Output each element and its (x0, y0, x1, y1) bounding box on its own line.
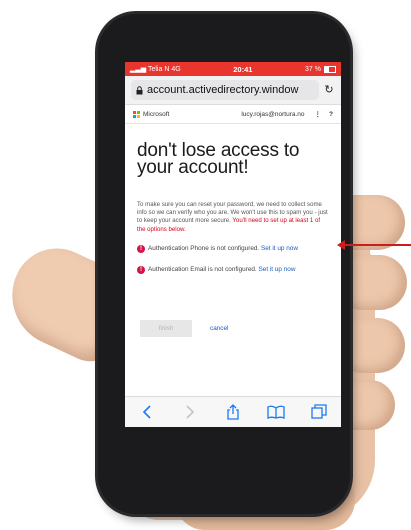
signal-icon: ▂▃▅ (130, 66, 147, 73)
phone-screen: ▂▃▅ Telia N 4G 20:41 37 % account.active… (125, 62, 341, 427)
battery-info: 37 % (305, 65, 336, 73)
auth-phone-text: Authentication Phone is not configured. … (148, 245, 329, 253)
alert-icon: ! (137, 266, 145, 275)
network-type: 4G (171, 66, 181, 73)
page-title: don't lose access to your account! (137, 140, 300, 178)
microsoft-logo-icon (133, 110, 140, 118)
carrier-name: Telia N (147, 66, 170, 73)
actions-row: finish cancel (137, 319, 329, 337)
more-options-icon[interactable]: ⋮ (315, 110, 322, 118)
finish-button[interactable]: finish (140, 319, 192, 337)
browser-toolbar (125, 396, 341, 427)
microsoft-header: Microsoft lucy.rojas@nortura.no ⋮ ? (125, 105, 341, 124)
lock-icon (136, 85, 143, 94)
annotation-arrow-head (337, 240, 345, 250)
auth-phone-status: Authentication Phone is not configured. (148, 244, 260, 252)
user-email[interactable]: lucy.rojas@nortura.no (241, 111, 304, 118)
scene: ▂▃▅ Telia N 4G 20:41 37 % account.active… (0, 0, 411, 530)
setup-phone-link[interactable]: Set it up now (261, 245, 298, 252)
battery-icon (324, 65, 336, 73)
main-content: don't lose access to your account! To ma… (125, 140, 341, 337)
auth-email-row: ! Authentication Email is not configured… (137, 266, 329, 275)
forward-icon[interactable] (181, 403, 199, 421)
annotation-arrow-line (340, 244, 411, 246)
url-text: account.activedirectory.window (147, 84, 299, 96)
auth-email-status: Authentication Email is not configured. (148, 266, 257, 274)
intro-paragraph: To make sure you can reset your password… (137, 201, 329, 234)
status-bar: ▂▃▅ Telia N 4G 20:41 37 % (125, 62, 341, 76)
alert-icon: ! (137, 244, 145, 253)
url-field[interactable]: account.activedirectory.window (131, 80, 319, 100)
auth-email-text: Authentication Email is not configured. … (148, 266, 329, 274)
status-time: 20:41 (233, 64, 253, 74)
share-icon[interactable] (224, 403, 242, 421)
tabs-icon[interactable] (310, 403, 328, 421)
cancel-link[interactable]: cancel (210, 325, 228, 332)
auth-phone-row: ! Authentication Phone is not configured… (137, 244, 329, 253)
setup-email-link[interactable]: Set it up now (259, 266, 296, 273)
carrier-info: ▂▃▅ Telia N 4G (130, 65, 181, 73)
reload-icon[interactable]: ↻ (323, 84, 335, 96)
bookmarks-icon[interactable] (267, 403, 285, 421)
browser-url-bar: account.activedirectory.window ↻ (125, 76, 341, 105)
brand-name: Microsoft (143, 110, 170, 118)
back-icon[interactable] (138, 403, 156, 421)
battery-percent: 37 % (305, 65, 321, 73)
help-icon[interactable]: ? (329, 111, 333, 118)
